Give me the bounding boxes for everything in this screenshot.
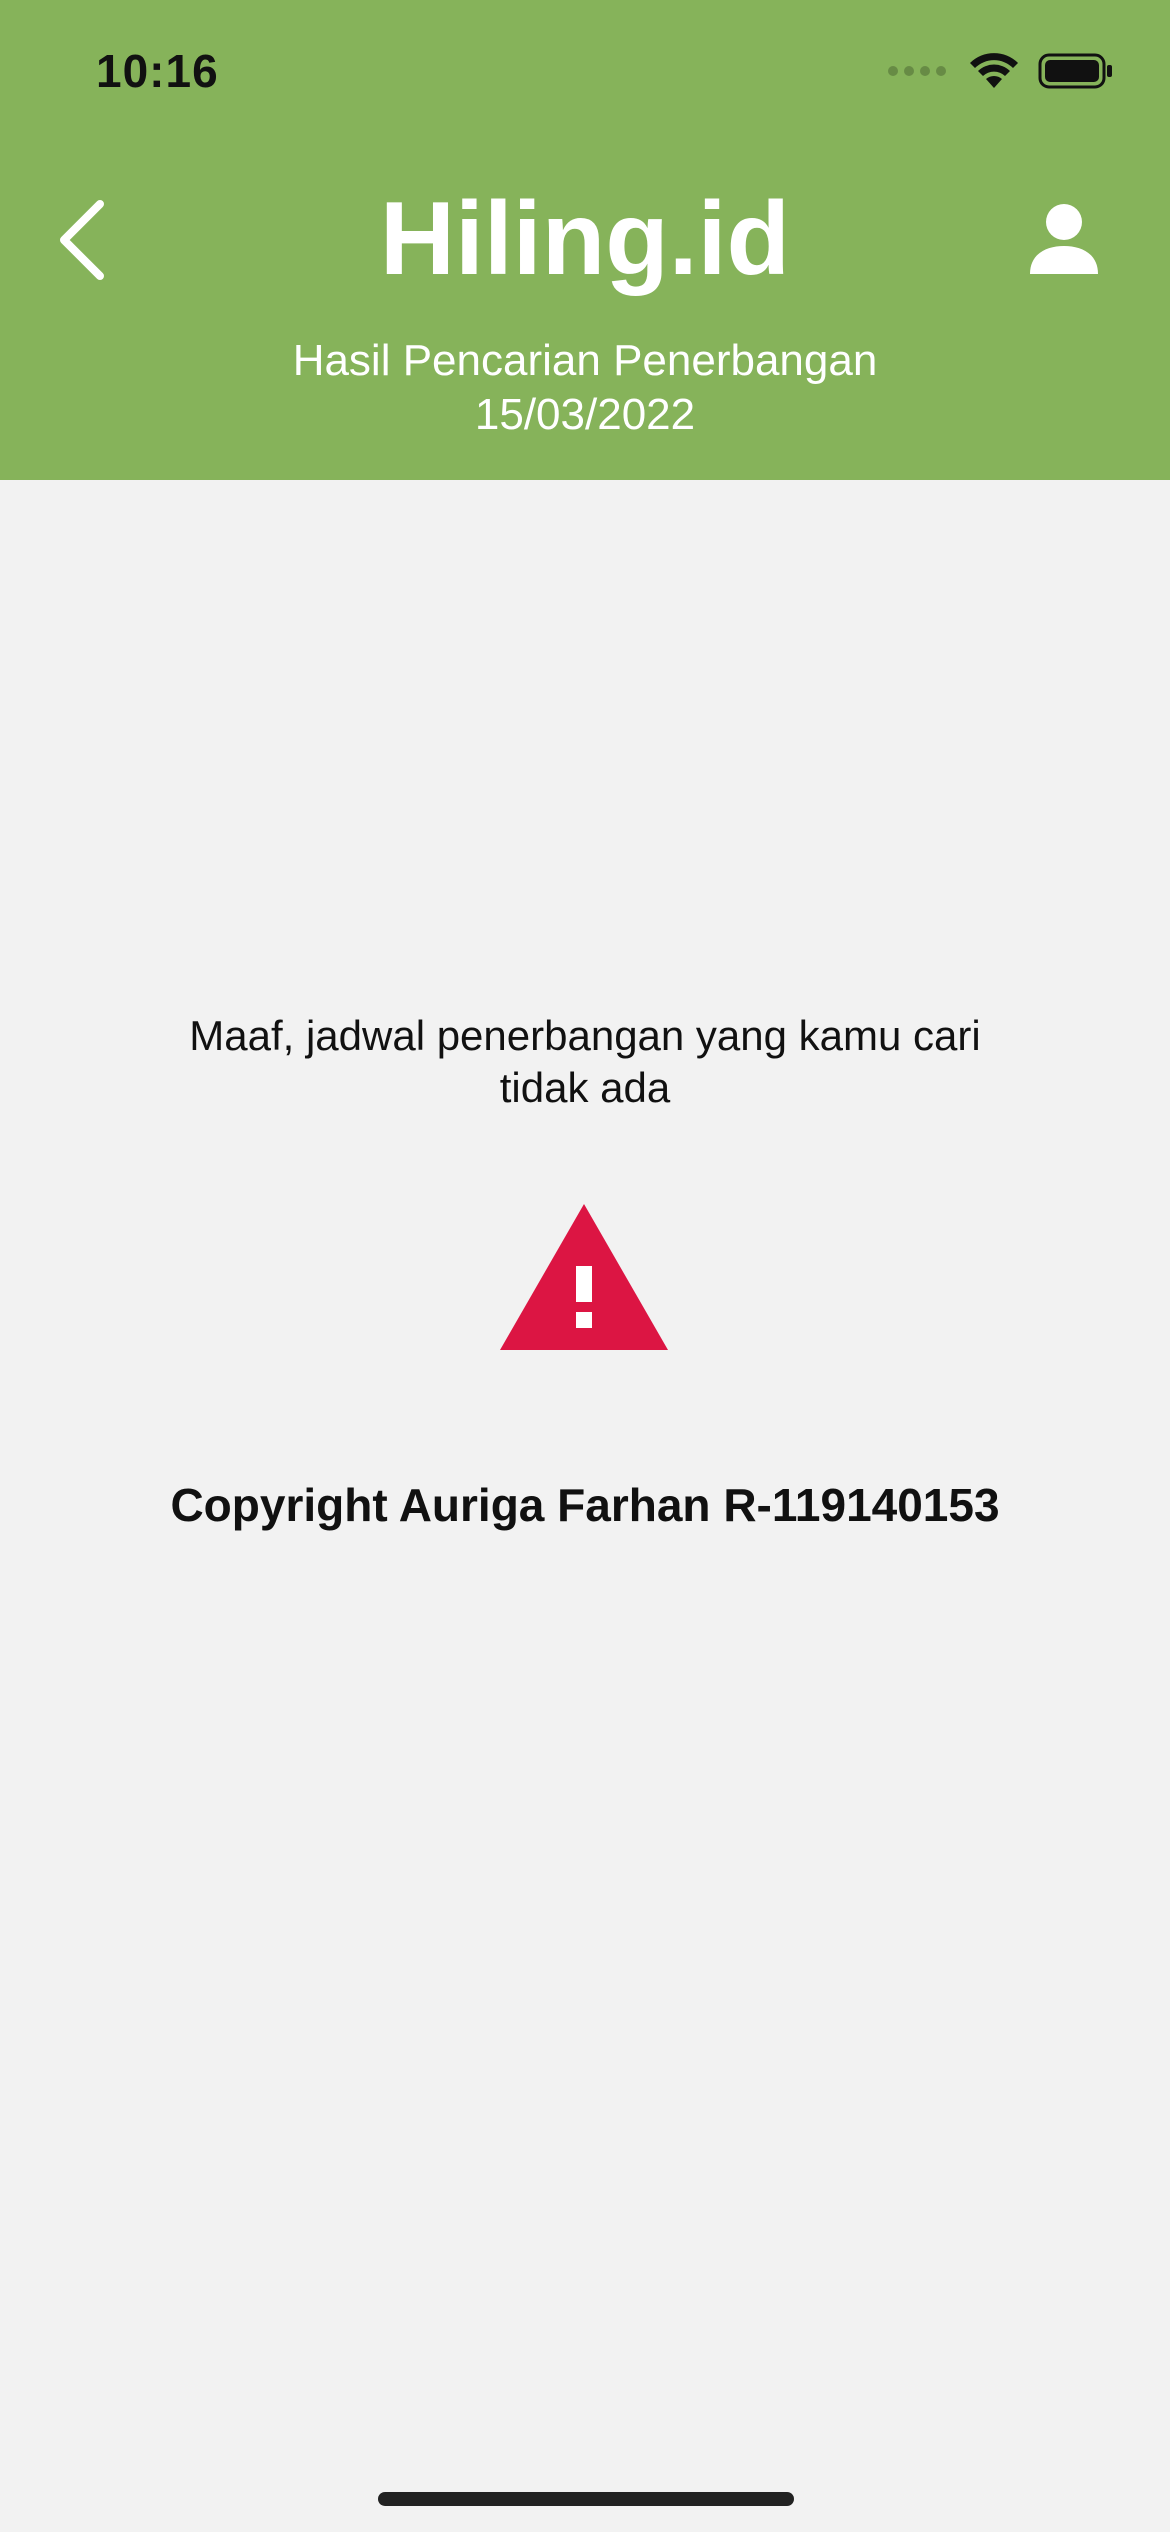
- signal-icon: [888, 66, 946, 76]
- home-indicator[interactable]: [378, 2492, 794, 2506]
- empty-result-message: Maaf, jadwal penerbangan yang kamu cari …: [189, 1012, 981, 1111]
- status-icons: [888, 52, 1114, 90]
- profile-button[interactable]: [1024, 200, 1104, 280]
- wifi-icon: [970, 53, 1018, 88]
- warning-triangle-icon: [500, 1204, 668, 1350]
- app-header: 10:16 Hiling.id Hasil Pencarian Penerban…: [0, 0, 1170, 480]
- battery-icon: [1038, 53, 1112, 89]
- page-subtitle: Hasil Pencarian Penerbangan: [292, 336, 878, 385]
- app-title: Hiling.id: [379, 181, 791, 297]
- search-date: 15/03/2022: [474, 390, 696, 439]
- copyright-text: Copyright Auriga Farhan R-119140153: [170, 1479, 1000, 1531]
- person-icon: [1030, 204, 1098, 274]
- status-time: 10:16: [96, 45, 219, 97]
